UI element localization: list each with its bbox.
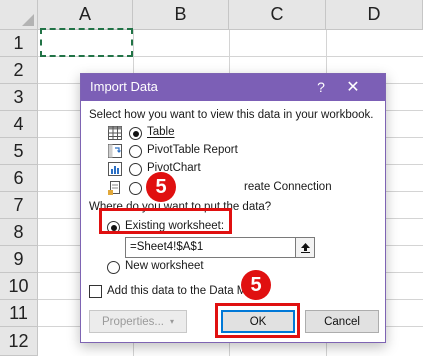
collapse-dialog-button[interactable] [295, 237, 315, 258]
cancel-button[interactable]: Cancel [305, 310, 379, 333]
connection-icon [108, 181, 120, 195]
step-badge-ok: 5 [241, 270, 271, 300]
ok-button-highlight [215, 303, 300, 338]
view-prompt-label: Select how you want to view this data in… [89, 109, 374, 121]
pivotchart-radio[interactable] [129, 163, 142, 176]
row-header-4[interactable]: 4 [0, 111, 38, 138]
table-option-label[interactable]: Table [147, 126, 175, 138]
existing-worksheet-highlight [99, 208, 232, 234]
new-worksheet-label[interactable]: New worksheet [125, 260, 204, 272]
table-radio[interactable] [129, 127, 142, 140]
help-button[interactable]: ? [310, 76, 332, 98]
select-all-corner[interactable] [0, 0, 38, 30]
row-header-1[interactable]: 1 [0, 30, 38, 57]
row-header-6[interactable]: 6 [0, 165, 38, 192]
table-icon [108, 126, 122, 140]
dialog-title: Import Data [90, 79, 158, 94]
create-connection-option-label[interactable]: reate Connection [244, 181, 332, 193]
select-all-triangle-icon [22, 14, 34, 26]
create-connection-radio[interactable] [129, 182, 142, 195]
row-header-3[interactable]: 3 [0, 84, 38, 111]
cell-a1-selection-marquee[interactable] [40, 28, 133, 57]
pivottable-option-label[interactable]: PivotTable Report [147, 144, 238, 156]
close-button[interactable]: ✕ [341, 76, 365, 98]
column-header-a[interactable]: A [38, 0, 133, 30]
row-header-11[interactable]: 11 [0, 300, 38, 327]
cell-reference-input[interactable]: =Sheet4!$A$1 [125, 237, 315, 258]
row-header-2[interactable]: 2 [0, 57, 38, 84]
new-worksheet-radio[interactable] [107, 261, 120, 274]
pivottable-icon [108, 144, 122, 158]
step-badge-existing-worksheet: 5 [146, 172, 176, 202]
column-header-c[interactable]: C [229, 0, 326, 30]
row-header-10[interactable]: 10 [0, 273, 38, 300]
row-header-7[interactable]: 7 [0, 192, 38, 219]
row-header-12[interactable]: 12 [0, 327, 38, 356]
column-header-d[interactable]: D [326, 0, 423, 30]
data-model-checkbox[interactable] [89, 285, 102, 298]
dropdown-arrow-icon: ▾ [169, 317, 174, 326]
pivottable-radio[interactable] [129, 145, 142, 158]
dialog-title-bar[interactable]: Import Data ? ✕ [81, 74, 385, 101]
properties-button[interactable]: Properties... ▾ [89, 310, 187, 333]
data-model-label[interactable]: Add this data to the Data M [107, 285, 246, 297]
row-header-5[interactable]: 5 [0, 138, 38, 165]
pivotchart-icon [108, 162, 122, 176]
cell-reference-value: =Sheet4!$A$1 [130, 241, 204, 253]
properties-button-label: Properties... [101, 315, 164, 328]
row-header-9[interactable]: 9 [0, 246, 38, 273]
row-header-8[interactable]: 8 [0, 219, 38, 246]
column-header-b[interactable]: B [133, 0, 229, 30]
collapse-arrow-icon [300, 243, 310, 253]
